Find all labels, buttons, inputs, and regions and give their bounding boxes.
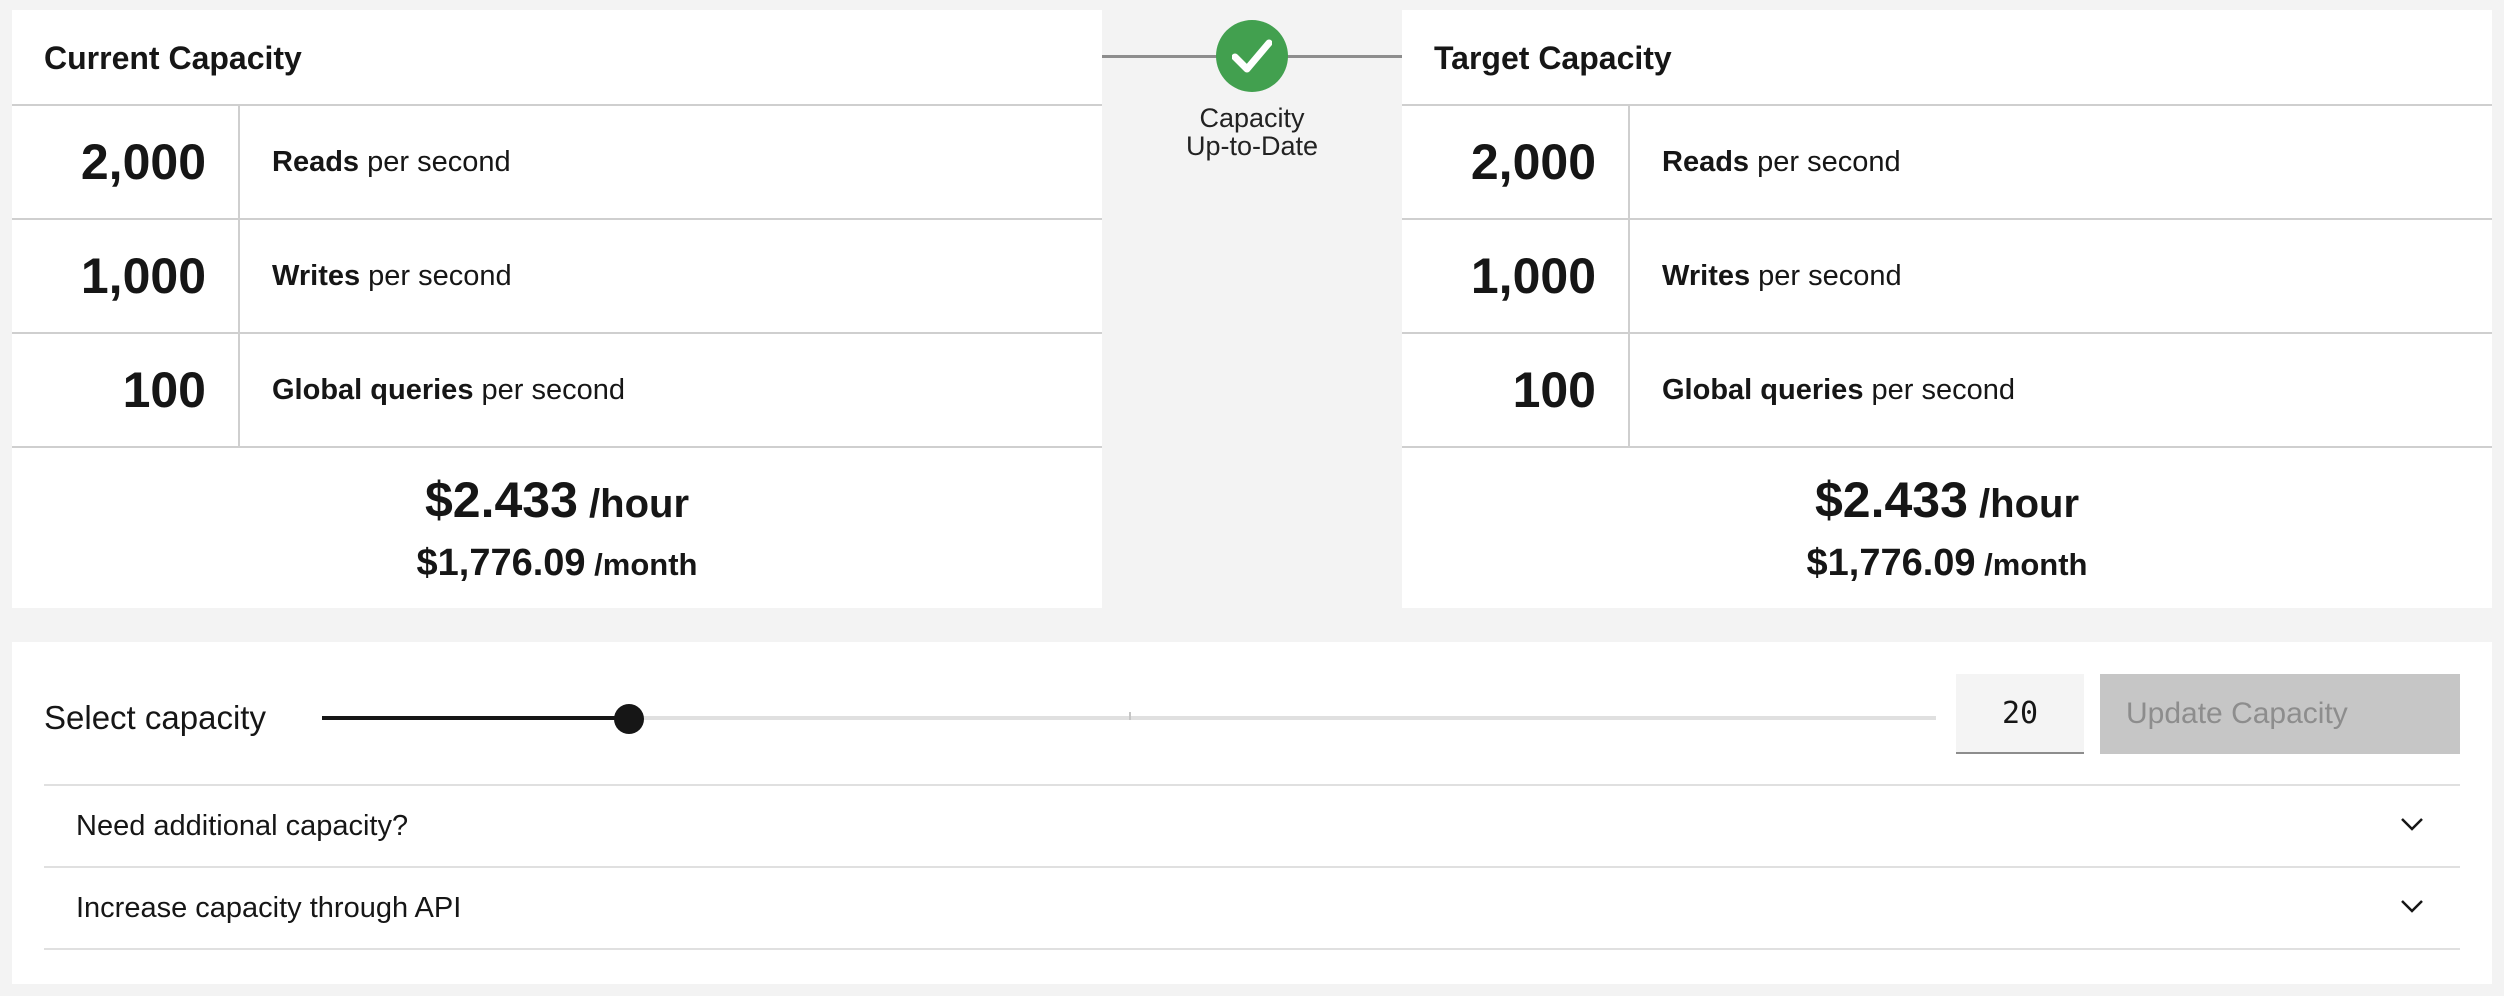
select-capacity-label: Select capacity	[44, 699, 266, 736]
current-capacity-card: Current Capacity 2,000 Reads per second …	[12, 10, 1102, 608]
accordion-title: Increase capacity through API	[76, 892, 462, 924]
target-global-queries-row: 100 Global queries per second	[1402, 334, 2492, 448]
chevron-down-icon	[2401, 900, 2423, 913]
slider-tick-mark	[1129, 712, 1131, 720]
status-connector-left	[1102, 55, 1218, 58]
target-global-queries-value: 100	[1402, 334, 1630, 446]
slider-filled-track	[322, 716, 629, 720]
current-global-queries-label: Global queries per second	[272, 374, 625, 406]
capacity-selection-panel: Select capacity Update Capacity Need add…	[12, 642, 2492, 984]
checkmark-icon	[1216, 20, 1288, 92]
current-reads-value: 2,000	[12, 106, 240, 218]
target-reads-value: 2,000	[1402, 106, 1630, 218]
target-global-queries-label: Global queries per second	[1662, 374, 2015, 406]
capacity-input[interactable]	[1956, 674, 2084, 754]
capacity-slider[interactable]	[322, 702, 1936, 736]
current-reads-label: Reads per second	[272, 146, 511, 178]
target-writes-value: 1,000	[1402, 220, 1630, 332]
target-price-hour: $2.433 /hour	[1814, 472, 2080, 528]
accordion-need-additional-capacity[interactable]: Need additional capacity?	[44, 784, 2460, 866]
capacity-status: Capacity Up-to-Date	[1102, 10, 1402, 608]
current-reads-row: 2,000 Reads per second	[12, 106, 1102, 220]
current-price-hour: $2.433 /hour	[424, 472, 690, 528]
accordion-title: Need additional capacity?	[76, 810, 409, 842]
current-writes-value: 1,000	[12, 220, 240, 332]
accordion-increase-capacity-api[interactable]: Increase capacity through API	[44, 866, 2460, 950]
update-capacity-button[interactable]: Update Capacity	[2100, 674, 2460, 754]
chevron-down-icon	[2401, 818, 2423, 831]
current-price-block: $2.433 /hour $1,776.09 /month	[12, 448, 1102, 592]
current-writes-row: 1,000 Writes per second	[12, 220, 1102, 334]
target-capacity-title: Target Capacity	[1402, 10, 2492, 106]
target-writes-label: Writes per second	[1662, 260, 1902, 292]
current-capacity-title: Current Capacity	[12, 10, 1102, 106]
target-price-month: $1,776.09 /month	[1806, 542, 2088, 584]
current-global-queries-row: 100 Global queries per second	[12, 334, 1102, 448]
target-writes-row: 1,000 Writes per second	[1402, 220, 2492, 334]
slider-thumb[interactable]	[613, 704, 644, 734]
current-global-queries-value: 100	[12, 334, 240, 446]
target-reads-label: Reads per second	[1662, 146, 1901, 178]
target-price-block: $2.433 /hour $1,776.09 /month	[1402, 448, 2492, 592]
current-writes-label: Writes per second	[272, 260, 512, 292]
status-label: Capacity Up-to-Date	[1185, 103, 1319, 161]
status-connector-right	[1286, 55, 1402, 58]
target-capacity-card: Target Capacity 2,000 Reads per second 1…	[1402, 10, 2492, 608]
current-price-month: $1,776.09 /month	[416, 542, 698, 584]
target-reads-row: 2,000 Reads per second	[1402, 106, 2492, 220]
